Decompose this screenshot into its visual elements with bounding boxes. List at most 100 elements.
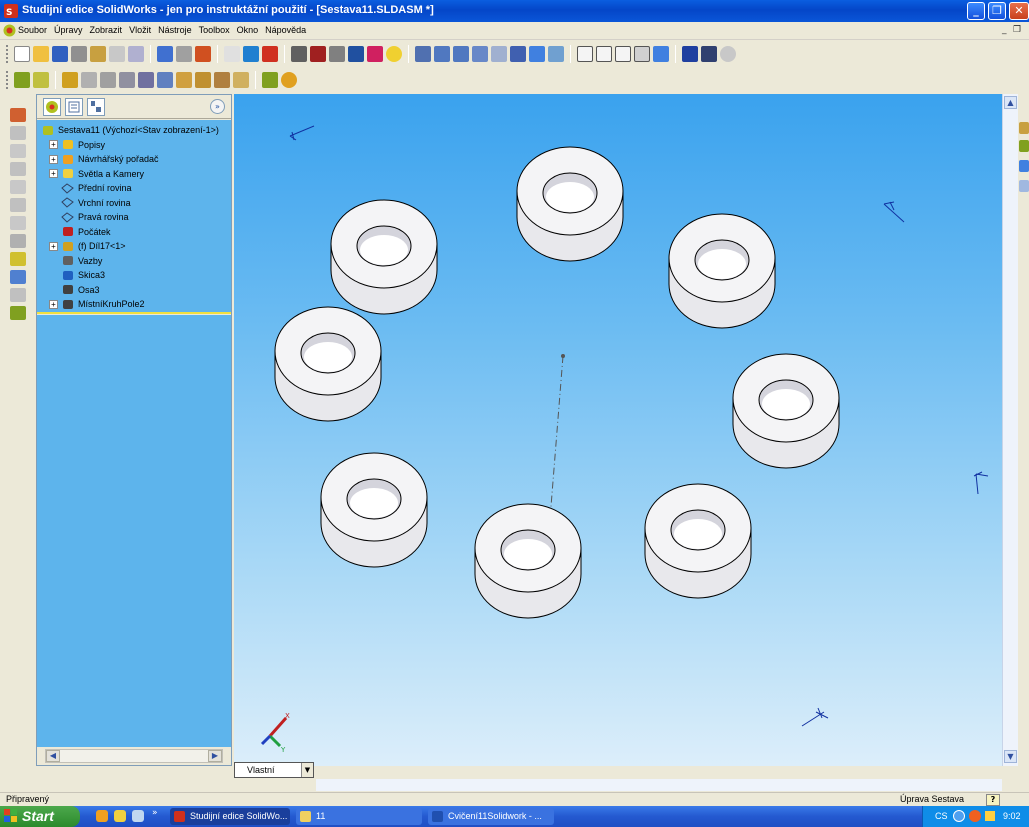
menu-item-6[interactable]: Toolbox bbox=[199, 25, 230, 35]
wireframe-icon[interactable] bbox=[577, 46, 593, 62]
menu-item-2[interactable]: Úpravy bbox=[54, 25, 83, 35]
model-viewport[interactable]: X Y bbox=[234, 94, 1002, 766]
plane-marker-icon[interactable] bbox=[289, 125, 315, 141]
scroll-down-arrow-icon[interactable]: ▼ bbox=[1004, 750, 1017, 763]
sketch-icon[interactable] bbox=[243, 46, 259, 62]
plane-marker-icon[interactable] bbox=[973, 471, 989, 495]
zoom-to-fit-icon[interactable] bbox=[415, 46, 431, 62]
measure-icon[interactable] bbox=[329, 46, 345, 62]
new-document-icon[interactable] bbox=[14, 46, 30, 62]
minimize-button[interactable]: _ bbox=[967, 2, 985, 20]
rotate-view-icon[interactable] bbox=[510, 46, 526, 62]
plane-marker-icon[interactable] bbox=[801, 707, 829, 727]
hidden-lines-visible-icon[interactable] bbox=[596, 46, 612, 62]
doc-restore-icon[interactable]: ❐ bbox=[1013, 25, 1021, 35]
tree-item[interactable]: Vrchní rovina bbox=[61, 196, 131, 210]
graphics-area[interactable]: X Y bbox=[234, 94, 1002, 766]
zoom-selection-icon[interactable] bbox=[472, 46, 488, 62]
insert-component-icon[interactable] bbox=[348, 46, 364, 62]
tray-app-icon[interactable] bbox=[985, 811, 995, 821]
scroll-up-arrow-icon[interactable]: ▲ bbox=[1004, 96, 1017, 109]
start-button[interactable]: Start bbox=[0, 806, 80, 827]
make-drawing-icon[interactable] bbox=[90, 46, 106, 62]
expand-icon[interactable]: + bbox=[49, 169, 58, 178]
select-icon[interactable] bbox=[224, 46, 240, 62]
reference-geometry-icon[interactable] bbox=[233, 72, 249, 88]
ring-part[interactable] bbox=[732, 353, 840, 469]
taskbar-item-solidworks[interactable]: Studijní edice SolidWo... bbox=[170, 808, 290, 825]
tree-item[interactable]: Vazby bbox=[61, 254, 102, 268]
perspective-icon[interactable] bbox=[701, 46, 717, 62]
menu-item-3[interactable]: Zobrazit bbox=[90, 25, 123, 35]
featuremanager-hscroll[interactable]: ◀ ▶ bbox=[45, 749, 223, 763]
ring-part[interactable] bbox=[668, 213, 776, 329]
save-icon[interactable] bbox=[52, 46, 68, 62]
print-preview-icon[interactable] bbox=[109, 46, 125, 62]
expand-icon[interactable]: + bbox=[49, 140, 58, 149]
fillet-icon[interactable] bbox=[10, 144, 26, 158]
ring-part[interactable] bbox=[474, 503, 582, 619]
exploded-view-icon[interactable] bbox=[176, 72, 192, 88]
antivirus-icon[interactable] bbox=[969, 810, 981, 822]
zoom-in-out-icon[interactable] bbox=[453, 46, 469, 62]
graphics-hscroll[interactable] bbox=[316, 779, 1002, 791]
insert-components-icon[interactable] bbox=[62, 72, 78, 88]
menu-item-7[interactable]: Okno bbox=[237, 25, 259, 35]
realview-icon[interactable] bbox=[720, 46, 736, 62]
explode-icon[interactable] bbox=[10, 270, 26, 284]
expand-icon[interactable]: + bbox=[49, 299, 58, 309]
doc-minimize-icon[interactable]: _ bbox=[1002, 25, 1007, 35]
shell-icon[interactable] bbox=[10, 198, 26, 212]
zoom-area-icon[interactable] bbox=[434, 46, 450, 62]
clock[interactable]: 9:02 bbox=[1003, 811, 1021, 821]
edit-component-icon[interactable] bbox=[14, 72, 30, 88]
quicklaunch-desktop-icon[interactable] bbox=[132, 810, 144, 822]
quicklaunch-chevron[interactable]: » bbox=[152, 808, 158, 818]
hide-show-icon[interactable] bbox=[81, 72, 97, 88]
file-explorer-icon[interactable] bbox=[1019, 160, 1029, 172]
graphics-vscroll[interactable]: ▲ ▼ bbox=[1002, 94, 1018, 766]
linear-pattern-icon[interactable] bbox=[10, 126, 26, 140]
tree-item[interactable]: + Světla a Kamery bbox=[49, 167, 144, 181]
language-indicator[interactable]: CS bbox=[935, 811, 948, 821]
shadows-icon[interactable] bbox=[682, 46, 698, 62]
ring-part[interactable] bbox=[320, 452, 428, 568]
change-suppression-icon[interactable] bbox=[100, 72, 116, 88]
tree-item[interactable]: + Návrhářský pořadač bbox=[49, 152, 159, 166]
tree-item[interactable]: Přední rovina bbox=[61, 181, 132, 195]
tree-item[interactable]: + Popisy bbox=[49, 138, 105, 152]
tree-item[interactable]: + MístníKruhPole2 bbox=[49, 297, 145, 311]
tab-featuremanager[interactable] bbox=[43, 98, 61, 116]
print-icon[interactable] bbox=[71, 46, 87, 62]
assembly-features-icon[interactable] bbox=[214, 72, 230, 88]
tree-item[interactable]: Pravá rovina bbox=[61, 210, 129, 224]
toolbar-grip[interactable] bbox=[6, 71, 9, 89]
extrude-icon[interactable] bbox=[10, 216, 26, 230]
taskbar-item-folder[interactable]: 11 bbox=[296, 808, 422, 825]
hidden-lines-removed-icon[interactable] bbox=[615, 46, 631, 62]
configuration-tab[interactable]: Vlastní ▼ bbox=[234, 762, 314, 778]
maximize-button[interactable]: ❐ bbox=[988, 2, 1006, 20]
expand-icon[interactable]: + bbox=[49, 154, 58, 164]
help-icon[interactable]: ? bbox=[986, 794, 1000, 806]
tree-item[interactable]: Skica3 bbox=[61, 268, 105, 282]
network-icon[interactable] bbox=[953, 810, 965, 822]
tree-item[interactable]: Sestava11 (Výchozí<Stav zobrazení-1>) bbox=[41, 123, 219, 137]
move-component-icon[interactable] bbox=[119, 72, 135, 88]
ring-part[interactable] bbox=[516, 146, 624, 262]
material-icon[interactable] bbox=[310, 46, 326, 62]
collapse-taskpane-icon[interactable] bbox=[1019, 180, 1029, 192]
rebuild-icon[interactable] bbox=[195, 46, 211, 62]
tree-item[interactable]: Osa3 bbox=[61, 283, 100, 297]
mate-icon[interactable] bbox=[367, 46, 383, 62]
shaded-with-edges-icon[interactable] bbox=[634, 46, 650, 62]
plane-marker-icon[interactable] bbox=[883, 201, 905, 223]
undo-icon[interactable] bbox=[157, 46, 173, 62]
quicklaunch-browser-icon[interactable] bbox=[96, 810, 108, 822]
scroll-right-arrow-icon[interactable]: ▶ bbox=[208, 750, 222, 762]
expand-panel-button[interactable]: » bbox=[210, 99, 225, 114]
smart-fasteners-icon[interactable] bbox=[157, 72, 173, 88]
tree-item[interactable]: Počátek bbox=[61, 225, 111, 239]
expand-icon[interactable]: + bbox=[49, 241, 58, 251]
close-button[interactable]: ✕ bbox=[1009, 2, 1029, 20]
